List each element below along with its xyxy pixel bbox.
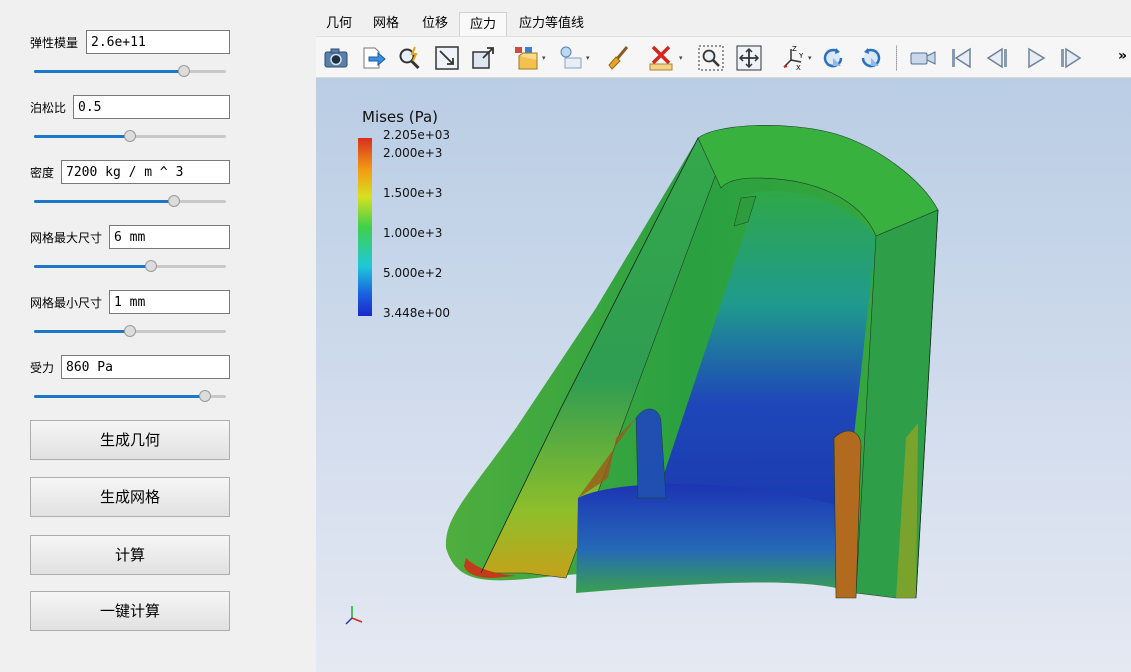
- representation-icon[interactable]: [512, 44, 542, 72]
- slider-thumb[interactable]: [145, 260, 158, 272]
- tab-mesh[interactable]: 网格: [363, 12, 409, 36]
- mesh-min-size-slider[interactable]: [34, 325, 226, 337]
- prev-frame-icon[interactable]: [982, 44, 1012, 72]
- mesh-max-size-input[interactable]: [109, 225, 230, 249]
- stress-model-view: [345, 125, 939, 625]
- app-window: 弹性模量 泊松比 密度 网格最大尺寸: [0, 0, 1131, 672]
- svg-text:X: X: [796, 64, 801, 72]
- zoom-fit-icon[interactable]: [468, 44, 498, 72]
- legend-tick: 3.448e+00: [383, 306, 451, 320]
- param-density: 密度: [0, 160, 316, 220]
- view-toolbar: ▾ ▾ ▾ ZYX ▾ »: [316, 36, 1131, 78]
- param-youngs-modulus: 弹性模量: [0, 30, 316, 90]
- param-label: 密度: [30, 166, 55, 180]
- slider-thumb[interactable]: [124, 130, 136, 142]
- play-icon[interactable]: [1020, 44, 1050, 72]
- render-viewport[interactable]: Mises (Pa) 2.205e+03 2.000e+3 1.500e+3 1…: [316, 78, 1131, 672]
- parameter-panel: 弹性模量 泊松比 密度 网格最大尺寸: [0, 0, 316, 672]
- rotate-cw-icon[interactable]: [818, 44, 848, 72]
- slider-thumb[interactable]: [124, 325, 136, 337]
- legend-tick: 2.000e+3: [383, 146, 443, 160]
- param-mesh-min-size: 网格最小尺寸: [0, 290, 316, 350]
- generate-geometry-button[interactable]: 生成几何: [30, 420, 230, 460]
- slider-thumb[interactable]: [198, 390, 211, 402]
- camera-record-icon[interactable]: [908, 44, 938, 72]
- param-label: 受力: [30, 361, 55, 375]
- last-frame-icon[interactable]: [1056, 44, 1086, 72]
- param-label: 网格最大尺寸: [30, 231, 103, 245]
- zoom-to-box-icon[interactable]: [696, 44, 726, 72]
- legend-tick: 2.205e+03: [383, 128, 451, 142]
- first-frame-icon[interactable]: [946, 44, 976, 72]
- pick-icon[interactable]: [395, 44, 425, 72]
- slider-thumb[interactable]: [168, 195, 181, 207]
- tab-stress[interactable]: 应力: [459, 12, 508, 36]
- view-tabs: 几何 网格 位移 应力 应力等值线: [316, 12, 1131, 36]
- youngs-modulus-input[interactable]: [86, 30, 230, 54]
- youngs-modulus-slider[interactable]: [34, 65, 226, 77]
- zoom-data-icon[interactable]: [734, 44, 764, 72]
- param-mesh-max-size: 网格最大尺寸: [0, 225, 316, 285]
- colorbar: [358, 138, 372, 316]
- legend-tick: 1.000e+3: [383, 226, 443, 240]
- force-slider[interactable]: [34, 390, 226, 402]
- slider-thumb[interactable]: [177, 65, 190, 77]
- compute-button[interactable]: 计算: [30, 535, 230, 575]
- tab-geometry[interactable]: 几何: [316, 12, 362, 36]
- toolbar-more-button[interactable]: »: [1118, 48, 1127, 64]
- one-click-compute-button[interactable]: 一键计算: [30, 591, 230, 631]
- tab-displacement[interactable]: 位移: [412, 12, 458, 36]
- mesh-max-size-slider[interactable]: [34, 260, 226, 272]
- rotate-ccw-icon[interactable]: [856, 44, 886, 72]
- axes-icon[interactable]: ZYX: [778, 44, 808, 72]
- reset-camera-icon[interactable]: [432, 44, 462, 72]
- param-poisson-ratio: 泊松比: [0, 95, 316, 155]
- svg-text:Z: Z: [792, 45, 797, 53]
- legend-tick: 5.000e+2: [383, 266, 443, 280]
- density-input[interactable]: [61, 160, 230, 184]
- param-label: 网格最小尺寸: [30, 296, 103, 310]
- svg-text:Y: Y: [798, 52, 804, 60]
- mesh-min-size-input[interactable]: [109, 290, 230, 314]
- legend-title: Mises (Pa): [362, 108, 439, 126]
- param-label: 弹性模量: [30, 36, 79, 50]
- export-icon[interactable]: [358, 44, 388, 72]
- delete-icon[interactable]: [646, 44, 676, 72]
- force-input[interactable]: [61, 355, 230, 379]
- orientation-axes: [345, 606, 363, 625]
- light-icon[interactable]: [556, 44, 586, 72]
- generate-mesh-button[interactable]: 生成网格: [30, 477, 230, 517]
- clear-icon[interactable]: [604, 44, 634, 72]
- param-force: 受力: [0, 355, 316, 415]
- poisson-ratio-slider[interactable]: [34, 130, 226, 142]
- param-label: 泊松比: [30, 101, 67, 115]
- density-slider[interactable]: [34, 195, 226, 207]
- tab-stress-contour[interactable]: 应力等值线: [509, 12, 594, 36]
- camera-icon[interactable]: [321, 44, 351, 72]
- legend-tick: 1.500e+3: [383, 186, 443, 200]
- poisson-ratio-input[interactable]: [73, 95, 230, 119]
- part-bottom-opening: [576, 484, 846, 593]
